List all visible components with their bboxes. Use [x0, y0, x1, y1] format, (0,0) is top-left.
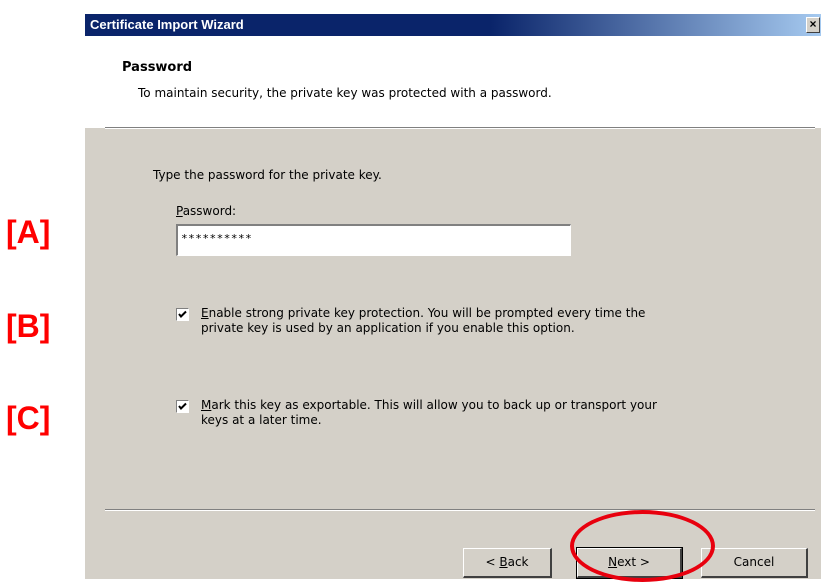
exportable-line2: keys at a later time.	[201, 413, 322, 427]
annotation-a: [A]	[6, 214, 51, 250]
exportable-checkbox[interactable]	[176, 400, 189, 413]
back-hotkey: B	[499, 555, 508, 569]
checkmark-icon	[178, 310, 187, 318]
page-title: Password	[122, 60, 193, 75]
checkmark-icon	[178, 402, 187, 410]
back-prefix: <	[485, 555, 500, 569]
footer-divider	[105, 509, 815, 511]
cancel-button[interactable]: Cancel	[701, 548, 808, 578]
back-label: ack	[507, 555, 529, 569]
strong-protection-line2: private key is used by an application if…	[201, 321, 575, 335]
strong-protection-hotkey: E	[201, 306, 209, 320]
next-button-highlight-circle	[570, 510, 715, 582]
password-label: Password:	[176, 204, 236, 218]
password-label-text: assword:	[182, 204, 237, 218]
close-icon: ×	[809, 17, 817, 31]
wizard-header: Password To maintain security, the priva…	[85, 36, 821, 128]
strong-protection-label[interactable]: Enable strong private key protection. Yo…	[201, 306, 781, 336]
annotation-c: [C]	[6, 400, 51, 436]
close-button[interactable]: ×	[806, 17, 820, 33]
header-divider	[105, 127, 815, 129]
exportable-label[interactable]: Mark this key as exportable. This will a…	[201, 398, 781, 428]
window-title: Certificate Import Wizard	[90, 17, 244, 32]
certificate-import-wizard-dialog: Certificate Import Wizard × Password To …	[84, 13, 821, 579]
strong-protection-checkbox[interactable]	[176, 308, 189, 321]
instruction-text: Type the password for the private key.	[153, 168, 382, 182]
exportable-line1: ark this key as exportable. This will al…	[211, 398, 657, 412]
exportable-hotkey: M	[201, 398, 212, 412]
strong-protection-line1: nable strong private key protection. You…	[208, 306, 646, 320]
password-input[interactable]: **********	[176, 224, 571, 256]
password-label-hotkey: P	[176, 204, 183, 218]
back-button[interactable]: < Back	[463, 548, 552, 578]
title-bar[interactable]: Certificate Import Wizard ×	[85, 14, 821, 36]
annotation-b: [B]	[6, 308, 51, 344]
page-subtitle: To maintain security, the private key wa…	[138, 86, 552, 100]
